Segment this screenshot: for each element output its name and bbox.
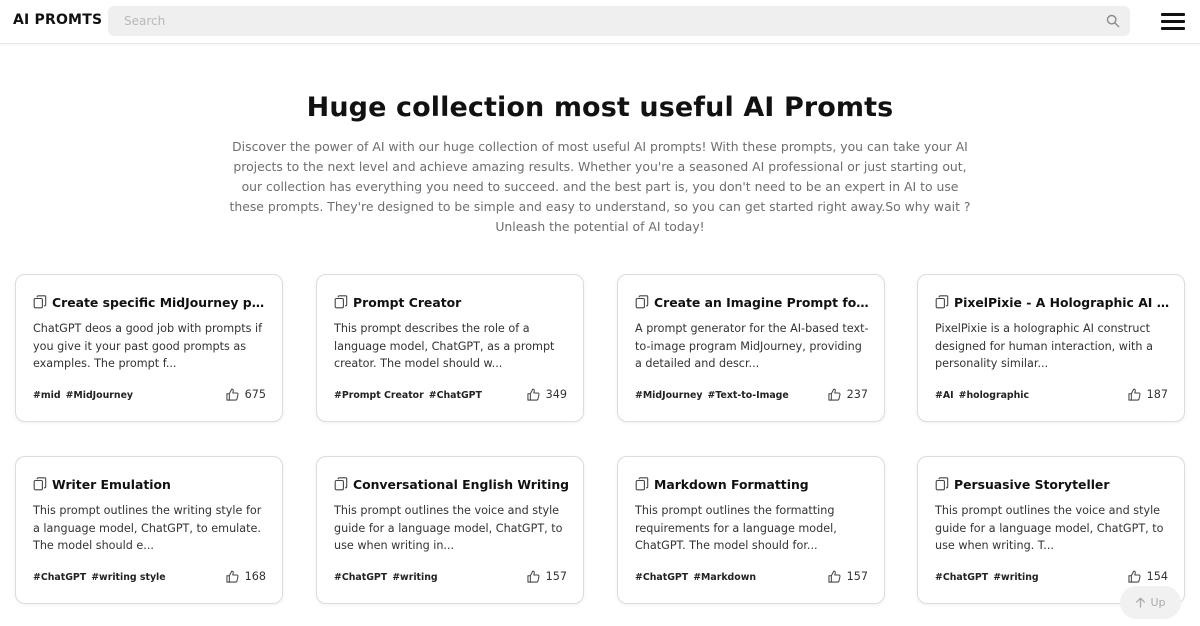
card-title[interactable]: Conversational English Writing [353,477,570,492]
copy-icon[interactable] [334,295,348,309]
thumbs-up-icon [1128,388,1141,401]
card-tags: #ChatGPT #writing [334,572,438,583]
card-description: This prompt outlines the voice and style… [334,504,563,552]
card-title-row: Create an Imagine Prompt for MidJourney [635,293,871,311]
arrow-up-icon [1136,597,1146,608]
tag[interactable]: #writing style [91,572,165,583]
prompt-card[interactable]: PixelPixie - A Holographic AI Construct … [917,274,1185,422]
card-title-row: Persuasive Storyteller [935,475,1171,493]
like-count: 237 [846,388,868,401]
card-tags: #ChatGPT #Markdown [635,572,756,583]
tag[interactable]: #Text-to-Image [707,390,788,401]
copy-icon[interactable] [935,295,949,309]
card-title-row: Prompt Creator [334,293,570,311]
card-title-row: Writer Emulation [33,475,269,493]
tag[interactable]: #Prompt Creator [334,390,424,401]
page-title: Huge collection most useful AI Promts [306,92,894,123]
card-title[interactable]: Writer Emulation [52,477,269,492]
tag[interactable]: #ChatGPT [935,572,988,583]
like-count: 168 [244,570,266,583]
card-tags: #ChatGPT #writing [935,572,1039,583]
card-tags: #AI #holographic [935,390,1029,401]
site-logo[interactable]: AI PROMTS [13,12,102,28]
copy-icon[interactable] [33,477,47,491]
tag[interactable]: #ChatGPT [635,572,688,583]
like-button[interactable]: 157 [527,570,567,583]
thumbs-up-icon [828,388,841,401]
like-button[interactable]: 154 [1128,570,1168,583]
tag[interactable]: #MidJourney [66,390,133,401]
thumbs-up-icon [527,388,540,401]
thumbs-up-icon [226,388,239,401]
card-title-row: PixelPixie - A Holographic AI Construct [935,293,1171,311]
copy-icon[interactable] [935,477,949,491]
card-title[interactable]: Create specific MidJourney prompts [52,295,269,310]
page-description: Discover the power of AI with our huge c… [229,139,971,234]
tag[interactable]: #ChatGPT [33,572,86,583]
like-button[interactable]: 237 [828,388,868,401]
tag[interactable]: #holographic [959,390,1029,401]
like-count: 675 [244,388,266,401]
hamburger-menu-icon[interactable] [1161,11,1185,33]
thumbs-up-icon [1128,570,1141,583]
prompt-card[interactable]: Create an Imagine Prompt for MidJourney … [617,274,885,422]
card-title[interactable]: Prompt Creator [353,295,570,310]
like-button[interactable]: 168 [226,570,266,583]
card-tags: #Prompt Creator #ChatGPT [334,390,482,401]
card-title-row: Conversational English Writing [334,475,570,493]
tag[interactable]: #Markdown [693,572,756,583]
like-count: 187 [1146,388,1168,401]
like-button[interactable]: 675 [226,388,266,401]
like-button[interactable]: 187 [1128,388,1168,401]
card-tags: #MidJourney #Text-to-Image [635,390,789,401]
tag[interactable]: #MidJourney [635,390,702,401]
card-description: This prompt outlines the voice and style… [935,504,1164,552]
search-bar[interactable] [108,6,1130,36]
card-description: This prompt outlines the writing style f… [33,504,262,552]
card-title[interactable]: PixelPixie - A Holographic AI Construct [954,295,1171,310]
card-tags: #mid #MidJourney [33,390,133,401]
prompt-card[interactable]: Conversational English Writing This prom… [316,456,584,604]
scroll-to-top-label: Up [1150,596,1166,609]
card-title[interactable]: Persuasive Storyteller [954,477,1171,492]
search-input[interactable] [108,6,1130,36]
like-count: 349 [545,388,567,401]
card-description: A prompt generator for the AI-based text… [635,322,869,370]
top-navbar: AI PROMTS [0,0,1200,44]
prompt-card[interactable]: Persuasive Storyteller This prompt outli… [917,456,1185,604]
card-title[interactable]: Create an Imagine Prompt for MidJourney [654,295,871,310]
card-title[interactable]: Markdown Formatting [654,477,871,492]
copy-icon[interactable] [635,295,649,309]
tag[interactable]: #AI [935,390,954,401]
prompt-card[interactable]: Create specific MidJourney prompts ChatG… [15,274,283,422]
like-count: 154 [1146,570,1168,583]
thumbs-up-icon [527,570,540,583]
prompt-card[interactable]: Writer Emulation This prompt outlines th… [15,456,283,604]
prompt-card[interactable]: Markdown Formatting This prompt outlines… [617,456,885,604]
prompt-card[interactable]: Prompt Creator This prompt describes the… [316,274,584,422]
card-title-row: Markdown Formatting [635,475,871,493]
like-button[interactable]: 157 [828,570,868,583]
tag[interactable]: #mid [33,390,61,401]
thumbs-up-icon [226,570,239,583]
copy-icon[interactable] [33,295,47,309]
card-description: ChatGPT deos a good job with prompts if … [33,322,263,370]
tag[interactable]: #writing [993,572,1038,583]
card-description: This prompt outlines the formatting requ… [635,504,837,552]
like-button[interactable]: 349 [527,388,567,401]
tag[interactable]: #writing [392,572,437,583]
card-description: PixelPixie is a holographic AI construct… [935,322,1153,370]
card-description: This prompt describes the role of a lang… [334,322,555,370]
search-icon[interactable] [1106,14,1120,28]
scroll-to-top-button[interactable]: Up [1120,586,1181,619]
card-tags: #ChatGPT #writing style [33,572,166,583]
tag[interactable]: #ChatGPT [334,572,387,583]
like-count: 157 [846,570,868,583]
card-title-row: Create specific MidJourney prompts [33,293,269,311]
thumbs-up-icon [828,570,841,583]
copy-icon[interactable] [635,477,649,491]
copy-icon[interactable] [334,477,348,491]
like-count: 157 [545,570,567,583]
tag[interactable]: #ChatGPT [429,390,482,401]
